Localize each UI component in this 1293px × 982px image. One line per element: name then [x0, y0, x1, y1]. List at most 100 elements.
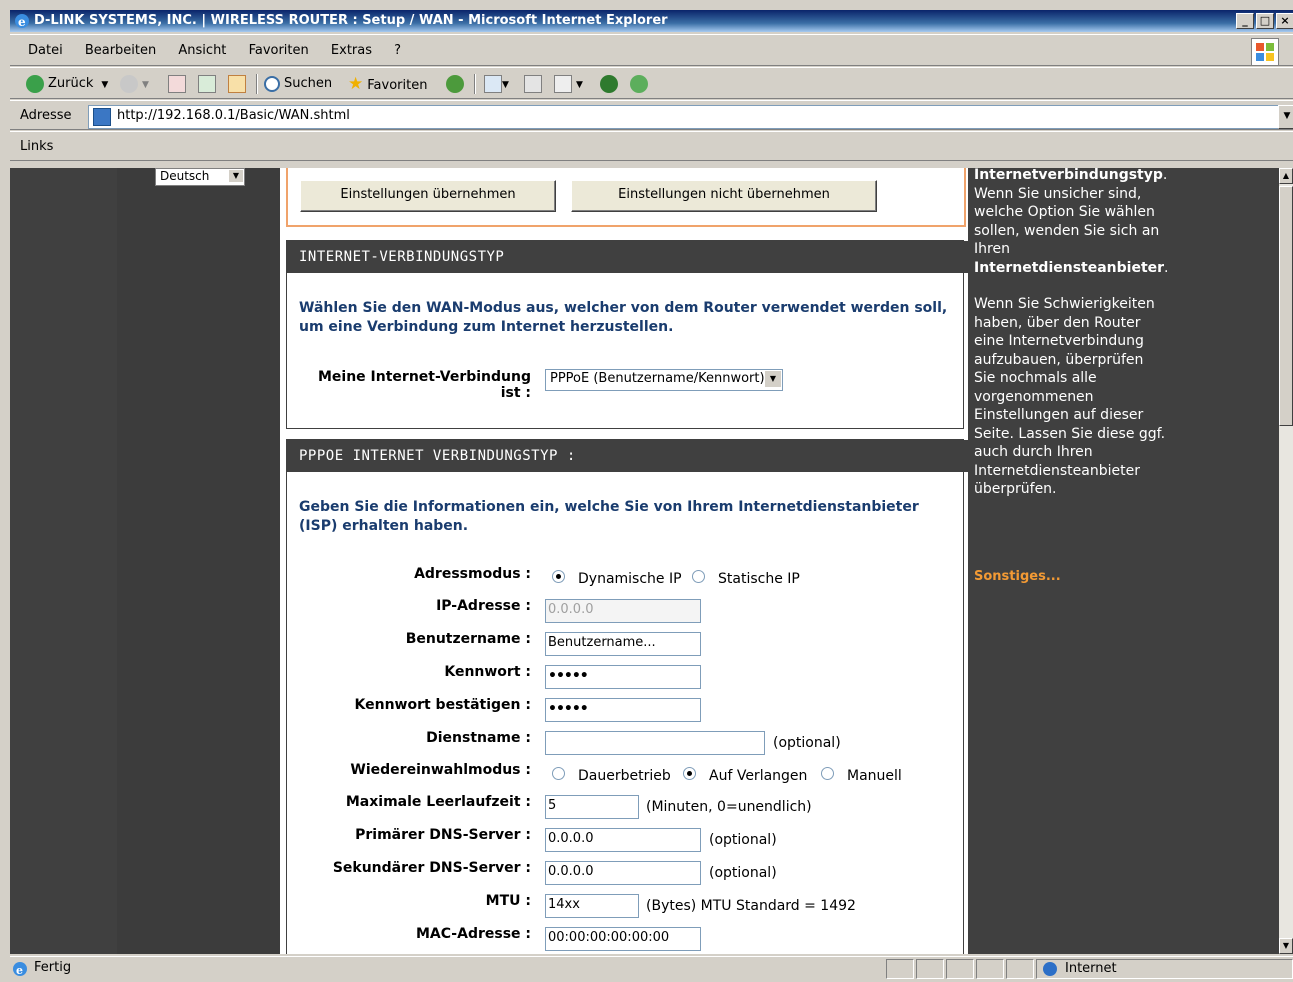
- apply-settings-button[interactable]: Einstellungen übernehmen: [300, 180, 556, 212]
- static-ip-label: Statische IP: [718, 571, 800, 587]
- address-dropdown-button[interactable]: ▼: [1278, 105, 1293, 129]
- reconnect-on-demand-radio[interactable]: [683, 767, 696, 780]
- ip-address-field[interactable]: 0.0.0.0: [545, 599, 701, 623]
- messenger-button[interactable]: [630, 68, 652, 100]
- chevron-down-icon: ▼: [1283, 111, 1291, 121]
- scroll-thumb[interactable]: [1279, 186, 1293, 426]
- menu-bar: Datei Bearbeiten Ansicht Favoriten Extra…: [10, 34, 1293, 66]
- help-paragraph-2: Wenn Sie Schwierigkeiten haben, über den…: [974, 296, 1166, 497]
- mtu-field[interactable]: 14xx: [545, 894, 639, 918]
- left-navigation: Deutsch ▼: [117, 168, 280, 954]
- section-header: INTERNET-VERBINDUNGSTYP: [287, 241, 973, 273]
- more-help-link[interactable]: Sonstiges...: [974, 568, 1061, 587]
- idle-time-label: Maximale Leerlaufzeit :: [345, 794, 531, 810]
- mtu-note: (Bytes) MTU Standard = 1492: [646, 898, 856, 914]
- connection-type-select[interactable]: PPPoE (Benutzername/Kennwort) ▼: [545, 369, 783, 391]
- primary-dns-note: (optional): [709, 832, 777, 848]
- status-cell: [886, 959, 914, 979]
- confirm-password-field[interactable]: •••••: [545, 698, 701, 722]
- links-label[interactable]: Links: [20, 132, 53, 162]
- back-arrow-icon: [26, 74, 44, 93]
- menu-favoriten[interactable]: Favoriten: [249, 35, 309, 67]
- discuss-button[interactable]: [600, 68, 622, 100]
- search-button[interactable]: Suchen: [264, 68, 332, 100]
- menu-extras[interactable]: Extras: [331, 35, 372, 67]
- reconnect-always-label: Dauerbetrieb: [578, 768, 671, 784]
- home-button[interactable]: [228, 68, 246, 100]
- stop-button[interactable]: [168, 68, 186, 100]
- main-panel: Einstellungen übernehmen Einstellungen n…: [280, 168, 973, 954]
- star-icon: ★: [348, 74, 364, 94]
- chevron-up-icon: ▲: [1282, 171, 1290, 180]
- secondary-dns-note: (optional): [709, 865, 777, 881]
- mtu-label: MTU :: [485, 893, 531, 909]
- address-url: http://192.168.0.1/Basic/WAN.shtml: [117, 108, 350, 123]
- address-input[interactable]: http://192.168.0.1/Basic/WAN.shtml: [88, 105, 1293, 129]
- chevron-down-icon: ▼: [1282, 941, 1290, 950]
- media-button[interactable]: [446, 68, 468, 100]
- connection-type-label: Meine Internet-Verbindung ist :: [317, 369, 531, 401]
- minimize-button[interactable]: _: [1236, 13, 1254, 29]
- page-content: Deutsch ▼ Einstellungen übernehmen Einst…: [10, 168, 1279, 954]
- search-icon: [264, 75, 280, 92]
- scroll-down-button[interactable]: ▼: [1279, 938, 1293, 954]
- refresh-button[interactable]: [198, 68, 216, 100]
- dynamic-ip-label: Dynamische IP: [578, 571, 682, 587]
- service-name-label: Dienstname :: [426, 730, 531, 746]
- service-name-field[interactable]: [545, 731, 765, 755]
- menu-help[interactable]: ?: [394, 35, 401, 67]
- chevron-down-icon: ▼: [229, 170, 243, 182]
- language-select[interactable]: Deutsch ▼: [155, 168, 245, 186]
- discuss-icon: [600, 74, 618, 93]
- window-title-bar[interactable]: e D-LINK SYSTEMS, INC. | WIRELESS ROUTER…: [10, 10, 1293, 32]
- address-label: Adresse: [20, 108, 72, 123]
- favorites-button[interactable]: ★ Favoriten: [348, 68, 427, 100]
- scroll-up-button[interactable]: ▲: [1279, 168, 1293, 184]
- reconnect-manual-radio[interactable]: [821, 767, 834, 780]
- menu-datei[interactable]: Datei: [28, 35, 63, 67]
- secondary-dns-label: Sekundärer DNS-Server :: [332, 860, 531, 876]
- pppoe-intro: Geben Sie die Informationen ein, welche …: [299, 499, 919, 534]
- service-name-note: (optional): [773, 735, 841, 751]
- password-field[interactable]: •••••: [545, 665, 701, 689]
- close-button[interactable]: ×: [1276, 13, 1293, 29]
- secondary-dns-field[interactable]: 0.0.0.0: [545, 861, 701, 885]
- chevron-down-icon: ▼: [764, 371, 781, 387]
- mail-button[interactable]: ▼: [484, 68, 509, 100]
- refresh-icon: [198, 74, 216, 93]
- window-title: D-LINK SYSTEMS, INC. | WIRELESS ROUTER :…: [34, 13, 668, 28]
- toolbar-separator: [474, 74, 476, 94]
- forward-button[interactable]: ▼: [120, 68, 149, 100]
- toolbar-separator: [256, 74, 258, 94]
- home-icon: [228, 74, 246, 93]
- media-icon: [446, 74, 464, 93]
- print-button[interactable]: [524, 68, 542, 100]
- username-field[interactable]: Benutzername...: [545, 632, 701, 656]
- maximize-button[interactable]: □: [1256, 13, 1274, 29]
- internet-explorer-icon: e: [15, 14, 29, 29]
- dynamic-ip-radio[interactable]: [552, 570, 565, 583]
- primary-dns-field[interactable]: 0.0.0.0: [545, 828, 701, 852]
- back-button[interactable]: Zurück ▼: [26, 68, 108, 100]
- page-loaded-icon: e: [13, 962, 27, 977]
- status-cell: [976, 959, 1004, 979]
- vertical-scrollbar[interactable]: ▲ ▼: [1279, 168, 1293, 954]
- edit-icon: [554, 74, 572, 93]
- discard-settings-button[interactable]: Einstellungen nicht übernehmen: [571, 180, 877, 212]
- mac-address-label: MAC-Adresse :: [415, 926, 531, 942]
- pppoe-section: PPPOE INTERNET VERBINDUNGSTYP : Geben Si…: [286, 439, 973, 954]
- status-cell: [946, 959, 974, 979]
- reconnect-manual-label: Manuell: [847, 768, 902, 784]
- menu-ansicht[interactable]: Ansicht: [178, 35, 226, 67]
- address-bar: Adresse http://192.168.0.1/Basic/WAN.sht…: [10, 100, 1293, 130]
- settings-button-box: Einstellungen übernehmen Einstellungen n…: [286, 168, 966, 227]
- forward-arrow-icon: [120, 74, 138, 93]
- menu-bearbeiten[interactable]: Bearbeiten: [85, 35, 156, 67]
- confirm-password-label: Kennwort bestätigen :: [354, 697, 532, 713]
- reconnect-always-radio[interactable]: [552, 767, 565, 780]
- idle-time-field[interactable]: 5: [545, 795, 639, 819]
- static-ip-radio[interactable]: [692, 570, 705, 583]
- messenger-icon: [630, 74, 648, 93]
- edit-button[interactable]: ▼: [554, 68, 583, 100]
- mac-address-field[interactable]: 00:00:00:00:00:00: [545, 927, 701, 951]
